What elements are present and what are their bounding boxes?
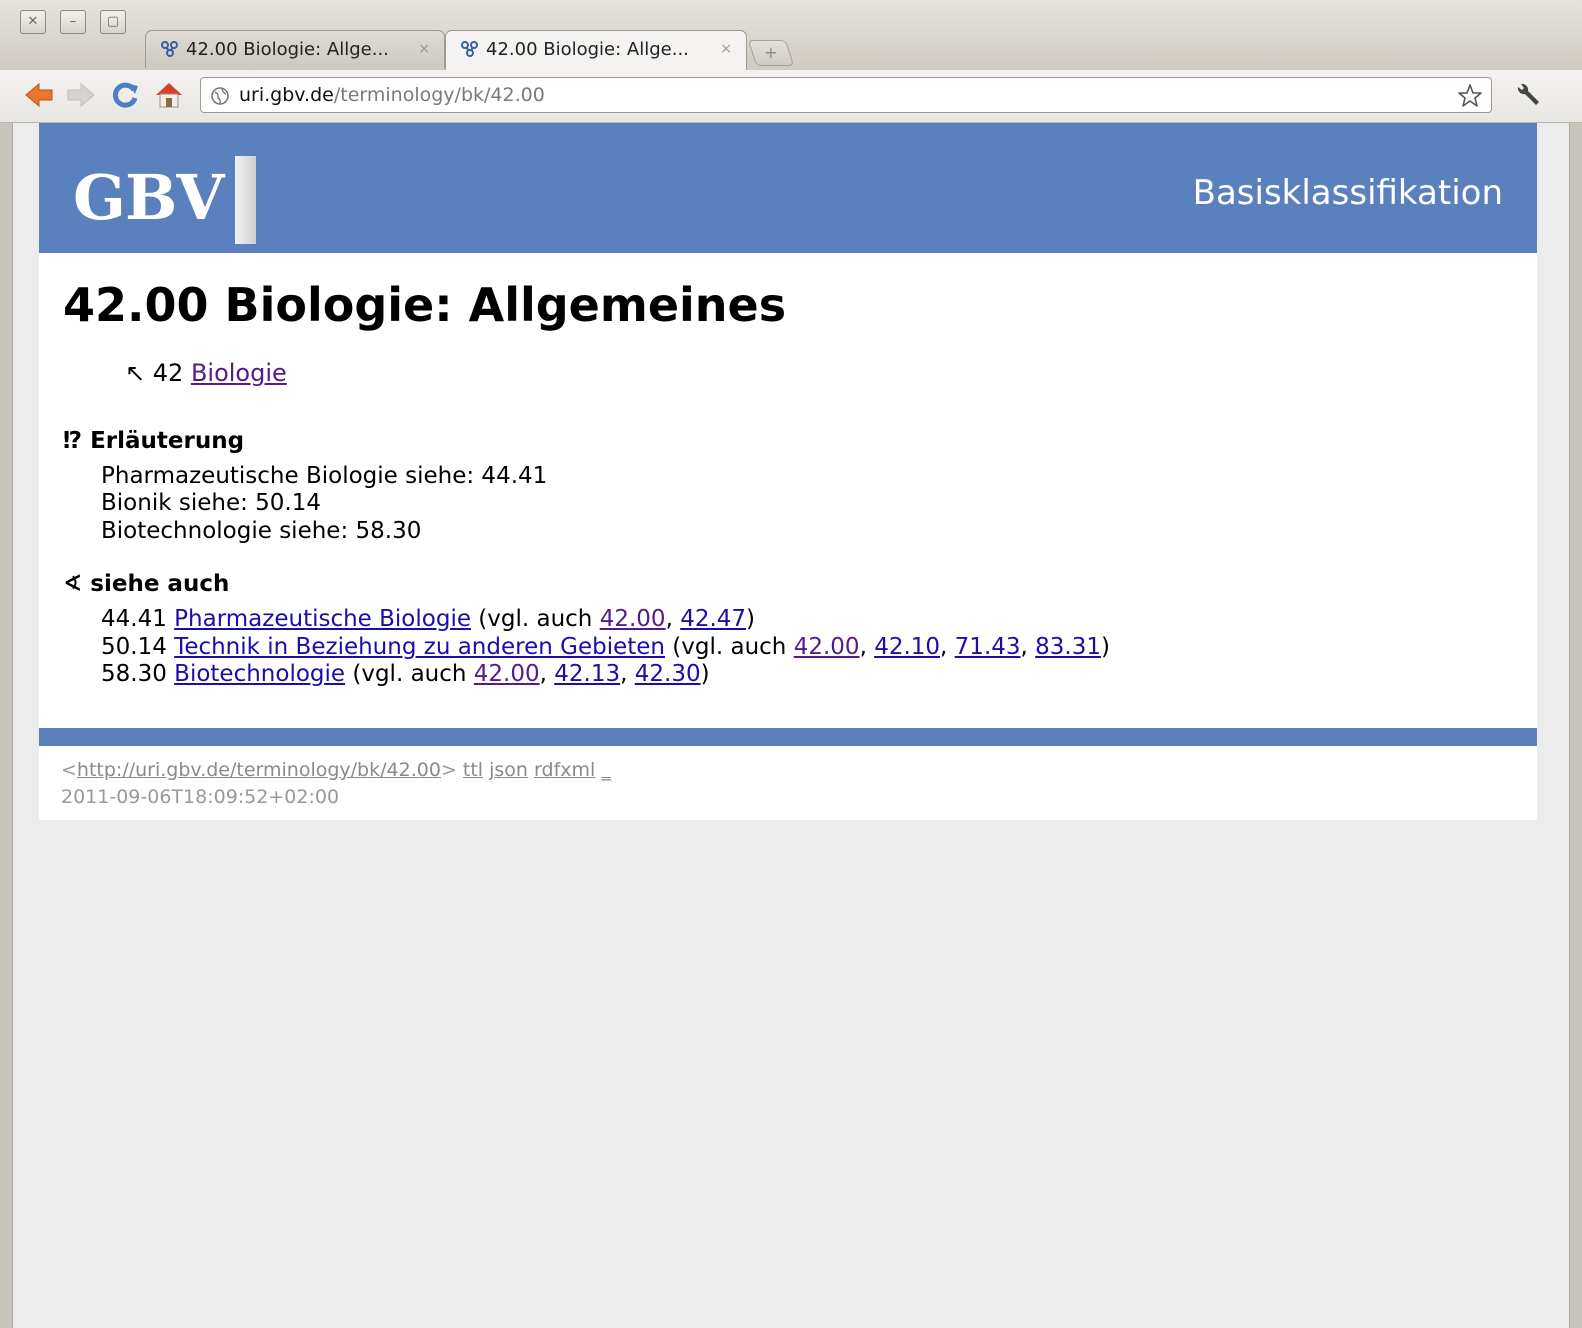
see-also-link[interactable]: Technik in Beziehung zu anderen Gebieten xyxy=(174,634,665,660)
see-also-link[interactable]: Biotechnologie xyxy=(174,661,345,687)
gbv-logo[interactable]: GBV xyxy=(73,161,224,234)
footer-format-ttl[interactable]: ttl xyxy=(463,759,483,781)
site-favicon-icon xyxy=(461,41,478,57)
window-maximize-button[interactable]: ▢ xyxy=(100,10,126,34)
ref-link[interactable]: 42.47 xyxy=(680,606,746,632)
site-favicon-icon xyxy=(161,41,178,57)
browser-tab-2[interactable]: 42.00 Biologie: Allge... × xyxy=(445,30,747,70)
bookmark-star-icon[interactable] xyxy=(1457,83,1483,109)
globe-icon xyxy=(211,87,229,105)
vgl-prefix: (vgl. auch xyxy=(470,606,600,632)
explanation-line: Biotechnologie siehe: 58.30 xyxy=(101,518,422,544)
footer-bar xyxy=(39,728,1537,746)
footer-uri-link[interactable]: http://uri.gbv.de/terminology/bk/42.00 xyxy=(77,759,441,781)
plus-icon: + xyxy=(764,43,778,62)
header-title: Basisklassifikation xyxy=(1192,173,1503,213)
page-title: 42.00 Biologie: Allgemeines xyxy=(63,278,787,332)
tab-title: 42.00 Biologie: Allge... xyxy=(486,39,689,60)
tab-title: 42.00 Biologie: Allge... xyxy=(186,39,389,60)
see-also-item: 44.41 Pharmazeutische Biologie (vgl. auc… xyxy=(101,606,756,632)
forward-arrow-icon[interactable] xyxy=(64,78,98,112)
broader-link[interactable]: Biologie xyxy=(191,359,287,387)
see-also-notation: 58.30 xyxy=(101,661,167,687)
vgl-prefix: (vgl. auch xyxy=(664,634,794,660)
ref-link[interactable]: 42.00 xyxy=(600,606,666,632)
broader-concept: ↖ 42 Biologie xyxy=(125,359,287,387)
site-header: GBV Basisklassifikation xyxy=(39,123,1537,253)
explanation-line: Pharmazeutische Biologie siehe: 44.41 xyxy=(101,463,548,489)
home-icon[interactable] xyxy=(152,78,186,112)
wrench-menu-icon[interactable] xyxy=(1512,80,1542,110)
explanation-heading: ⁉ Erläuterung xyxy=(63,428,245,454)
ref-link[interactable]: 42.00 xyxy=(794,634,860,660)
back-arrow-icon[interactable] xyxy=(22,78,56,112)
browser-tab-1[interactable]: 42.00 Biologie: Allge... × xyxy=(145,30,445,68)
address-url: uri.gbv.de/terminology/bk/42.00 xyxy=(239,84,545,106)
see-also-notation: 44.41 xyxy=(101,606,167,632)
tab-close-icon[interactable]: × xyxy=(720,41,732,57)
see-also-notation: 50.14 xyxy=(101,634,167,660)
broader-notation: 42 xyxy=(152,359,184,387)
see-also-link[interactable]: Pharmazeutische Biologie xyxy=(174,606,471,632)
footer-format-extra[interactable]: _ xyxy=(601,759,611,781)
ref-link[interactable]: 42.13 xyxy=(554,661,620,687)
ref-link[interactable]: 42.10 xyxy=(874,634,940,660)
tab-close-icon[interactable]: × xyxy=(418,41,430,57)
footer-format-rdfxml[interactable]: rdfxml xyxy=(534,759,595,781)
url-host: uri.gbv.de xyxy=(239,84,334,106)
see-also-item: 58.30 Biotechnologie (vgl. auch 42.00, 4… xyxy=(101,661,710,687)
window-close-button[interactable]: ✕ xyxy=(20,10,46,34)
browser-titlebar: ✕ – ▢ 42.00 Biologie: Allge... × 42.00 B… xyxy=(0,0,1582,70)
new-tab-button[interactable]: + xyxy=(747,40,795,66)
footer-links: <http://uri.gbv.de/terminology/bk/42.00>… xyxy=(61,759,611,781)
url-path: /terminology/bk/42.00 xyxy=(333,84,545,106)
footer-format-json[interactable]: json xyxy=(489,759,528,781)
see-also-item: 50.14 Technik in Beziehung zu anderen Ge… xyxy=(101,634,1110,660)
footer-timestamp: 2011-09-06T18:09:52+02:00 xyxy=(61,786,340,808)
page-content: GBV Basisklassifikation 42.00 Biologie: … xyxy=(39,123,1537,820)
see-also-heading: ∢ siehe auch xyxy=(63,571,230,597)
window-minimize-button[interactable]: – xyxy=(60,10,86,34)
logo-bar-graphic xyxy=(235,156,256,244)
browser-toolbar: uri.gbv.de/terminology/bk/42.00 xyxy=(0,70,1582,123)
reload-icon[interactable] xyxy=(108,78,142,112)
ref-link[interactable]: 83.31 xyxy=(1035,634,1101,660)
ref-link[interactable]: 71.43 xyxy=(955,634,1021,660)
ref-link[interactable]: 42.00 xyxy=(474,661,540,687)
address-bar[interactable]: uri.gbv.de/terminology/bk/42.00 xyxy=(200,77,1492,113)
ref-link[interactable]: 42.30 xyxy=(635,661,701,687)
broader-arrow-icon: ↖ xyxy=(125,359,146,387)
page-viewport: GBV Basisklassifikation 42.00 Biologie: … xyxy=(12,123,1570,1328)
explanation-line: Bionik siehe: 50.14 xyxy=(101,490,321,516)
vgl-prefix: (vgl. auch xyxy=(345,661,474,687)
